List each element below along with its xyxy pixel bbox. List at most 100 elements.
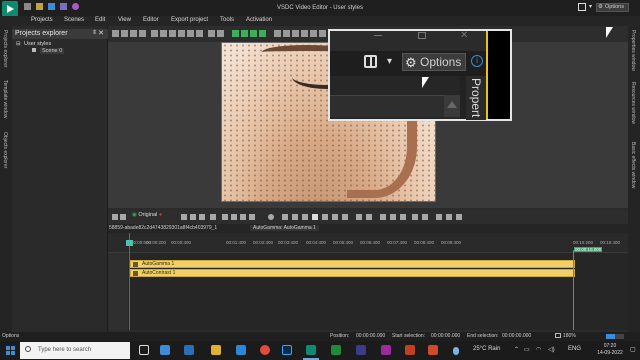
tree-toggle-icon[interactable]: ⊟ (16, 41, 21, 47)
menu-projects[interactable]: Projects (31, 17, 53, 23)
freeze-icon[interactable] (249, 214, 255, 220)
menu-activation[interactable]: Activation (246, 17, 272, 23)
ungroup-icon[interactable] (217, 30, 224, 37)
link-icon[interactable] (446, 214, 452, 220)
trim-icon[interactable] (222, 214, 228, 220)
battery-icon[interactable]: ▭ (524, 346, 530, 353)
skip-end-icon[interactable] (342, 214, 348, 220)
app-icon[interactable] (405, 345, 415, 355)
edge-icon[interactable] (160, 345, 170, 355)
align-left-icon[interactable] (151, 30, 158, 37)
zoom-out-icon[interactable] (390, 214, 396, 220)
volume-icon[interactable] (240, 214, 246, 220)
clip-autogamma[interactable]: AutoGamma 1 (130, 260, 575, 268)
share-icon[interactable] (456, 214, 462, 220)
playhead-handle[interactable] (126, 240, 133, 246)
playhead[interactable] (129, 233, 130, 330)
marker-icon[interactable] (210, 214, 216, 220)
magnet-icon[interactable] (422, 214, 428, 220)
tab-projects-explorer[interactable]: Projects explorer (2, 30, 8, 68)
timeline-tool-icon[interactable] (112, 214, 118, 220)
menu-editor[interactable]: Editor (143, 17, 159, 23)
tab-basic-effects-window[interactable]: Basic effects window (630, 142, 636, 188)
zoom-in-icon[interactable] (380, 214, 386, 220)
step-forward-icon[interactable] (332, 214, 338, 220)
zoom-icon[interactable] (319, 30, 326, 37)
photoshop-icon[interactable] (282, 345, 292, 355)
arrow-up-icon[interactable] (232, 30, 239, 37)
align-middle-icon[interactable] (187, 30, 194, 37)
scroll-up-button[interactable] (444, 95, 460, 117)
play-icon[interactable] (312, 214, 318, 220)
zoom-fit-icon[interactable] (555, 333, 561, 338)
rotate-icon[interactable] (283, 30, 290, 37)
task-view-icon[interactable] (139, 345, 149, 355)
network-icon[interactable]: ◠ (536, 346, 541, 353)
speed-icon[interactable] (231, 214, 237, 220)
align-bottom-icon[interactable] (196, 30, 203, 37)
loop-icon[interactable] (356, 214, 362, 220)
tab-autogamma[interactable]: AutoGamma: AutoGamma 1 (250, 225, 319, 231)
volume-icon[interactable]: ◁) (548, 346, 555, 353)
powerpoint-icon[interactable] (428, 345, 438, 355)
snap-timeline-icon[interactable] (412, 214, 418, 220)
properties-tab-zoomed[interactable]: Propert (466, 76, 486, 120)
tab-objects-explorer[interactable]: Objects explorer (2, 132, 8, 168)
menu-view[interactable]: View (118, 17, 131, 23)
align-top-icon[interactable] (178, 30, 185, 37)
split-icon[interactable] (181, 214, 187, 220)
send-backward-icon[interactable] (259, 30, 266, 37)
settings-timeline-icon[interactable] (436, 214, 442, 220)
system-clock[interactable]: 07:20 14-09-2022 (591, 343, 629, 357)
vsdc-taskbar-icon[interactable] (306, 345, 316, 355)
chrome-icon[interactable] (260, 345, 270, 355)
info-icon[interactable]: i (471, 55, 483, 67)
fit-icon[interactable] (400, 214, 406, 220)
cut-tool-icon[interactable] (121, 30, 128, 37)
arrow-down-icon[interactable] (241, 30, 248, 37)
file-explorer-icon[interactable] (211, 345, 221, 355)
clock-icon[interactable] (268, 214, 274, 220)
undo-icon[interactable] (190, 214, 196, 220)
menu-export-project[interactable]: Export project (171, 17, 208, 23)
language-indicator[interactable]: ENG (568, 346, 581, 352)
store-icon[interactable] (236, 345, 246, 355)
options-button-zoomed[interactable]: ⚙ Options (402, 53, 466, 71)
app-icon[interactable] (331, 345, 341, 355)
tab-properties-window[interactable]: Properties window (630, 30, 636, 71)
stop-icon[interactable] (366, 214, 372, 220)
layout-icon[interactable] (578, 3, 586, 11)
tree-item-user-styles[interactable]: User styles (24, 41, 51, 47)
notifications-icon[interactable]: ▢ (630, 346, 636, 353)
select-tool-icon[interactable] (112, 30, 119, 37)
options-button[interactable]: ⚙ Options (596, 3, 629, 12)
mail-icon[interactable] (184, 345, 194, 355)
pin-icon[interactable]: ⇕ (92, 29, 97, 36)
crop-icon[interactable] (292, 30, 299, 37)
paste-tool-icon[interactable] (139, 30, 146, 37)
tab-resources-window[interactable]: Resources window (630, 82, 636, 124)
snap-icon[interactable] (310, 30, 317, 37)
windows-start-icon[interactable] (6, 346, 15, 355)
chevron-down-icon[interactable]: ▾ (589, 3, 592, 10)
tray-chevron-icon[interactable]: ⌃ (514, 346, 519, 353)
fast-forward-icon[interactable] (322, 214, 328, 220)
tab-template-window[interactable]: Template window (2, 80, 8, 118)
flip-icon[interactable] (274, 30, 281, 37)
menu-tools[interactable]: Tools (220, 17, 234, 23)
menu-edit[interactable]: Edit (95, 17, 105, 23)
tree-item-scene-0[interactable]: Scene 0 (40, 48, 65, 54)
chevron-down-icon[interactable]: ▾ (387, 56, 392, 67)
copy-tool-icon[interactable] (130, 30, 137, 37)
menu-scenes[interactable]: Scenes (64, 17, 84, 23)
grid-icon[interactable] (301, 30, 308, 37)
clip-autocontrast[interactable]: AutoContrast 1 (130, 269, 575, 277)
original-dropdown[interactable]: ◉ Original ● (132, 212, 172, 222)
align-right-icon[interactable] (169, 30, 176, 37)
taskbar-search-box[interactable]: Type here to search (20, 342, 130, 359)
redo-icon[interactable] (199, 214, 205, 220)
align-center-icon[interactable] (160, 30, 167, 37)
step-back-icon[interactable] (292, 214, 298, 220)
app-icon[interactable] (356, 345, 366, 355)
app-icon[interactable] (381, 345, 391, 355)
